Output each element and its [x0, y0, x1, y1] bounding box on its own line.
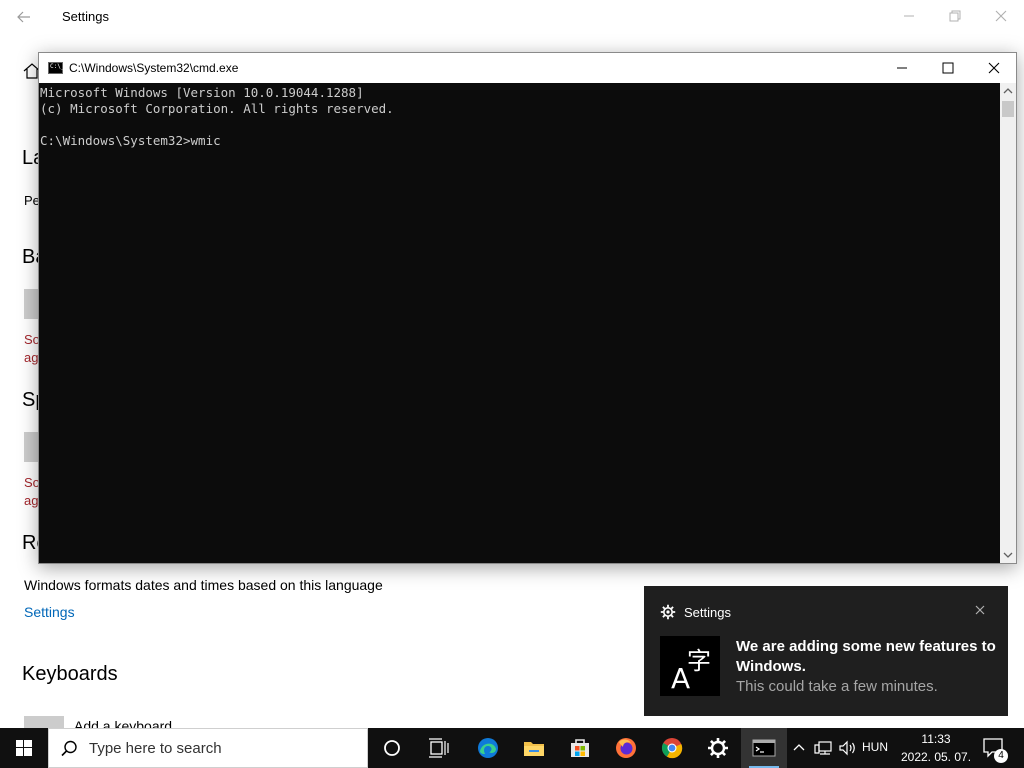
volume-icon[interactable] [838, 738, 858, 758]
toast-app-name: Settings [684, 605, 731, 620]
basic-typing-note-fragment-2: ag [24, 350, 39, 365]
cmd-icon [752, 739, 776, 757]
cmd-window-title: C:\Windows\System32\cmd.exe [69, 61, 239, 75]
cmd-close-button[interactable] [983, 57, 1005, 79]
console-line: Microsoft Windows [Version 10.0.19044.12… [40, 85, 364, 100]
cmd-minimize-button[interactable] [891, 57, 913, 79]
clock-date: 2022. 05. 07. [900, 750, 972, 764]
regional-settings-link[interactable]: Settings [24, 604, 75, 620]
windows-logo-icon [16, 740, 32, 756]
cmd-maximize-button[interactable] [937, 57, 959, 79]
task-view-icon [429, 738, 449, 758]
toast-close-icon[interactable] [972, 602, 988, 618]
toast-heading: We are adding some new features to Windo… [736, 638, 996, 675]
taskbar-edge[interactable] [465, 728, 511, 768]
basic-typing-dropdown[interactable] [24, 289, 38, 319]
settings-titlebar: Settings [0, 0, 1024, 34]
input-language-indicator[interactable]: HUN [862, 740, 888, 768]
scroll-down-arrow-icon[interactable] [1000, 547, 1016, 563]
cmd-titlebar[interactable]: C:\_ C:\Windows\System32\cmd.exe [39, 53, 1016, 83]
settings-close-button[interactable] [990, 5, 1012, 27]
toast-notification[interactable]: Settings A 字 We are adding some new feat… [644, 586, 1008, 716]
taskbar-chrome[interactable] [649, 728, 695, 768]
scroll-up-arrow-icon[interactable] [1000, 83, 1016, 99]
cmd-console-output[interactable]: Microsoft Windows [Version 10.0.19044.12… [39, 83, 1000, 563]
settings-title: Settings [62, 9, 109, 24]
settings-restore-button[interactable] [944, 5, 966, 27]
cmd-window: C:\_ C:\Windows\System32\cmd.exe Microso… [38, 52, 1017, 564]
chevron-up-icon [793, 744, 805, 751]
svg-text:字: 字 [687, 647, 711, 675]
speech-note-fragment-2: ag [24, 493, 39, 508]
edge-icon [478, 738, 498, 758]
speech-dropdown[interactable] [24, 432, 38, 462]
task-view-button[interactable] [416, 728, 462, 768]
regional-format-description: Windows formats dates and times based on… [24, 577, 383, 593]
show-hidden-icons-button[interactable] [789, 738, 809, 758]
firefox-icon [616, 738, 636, 758]
taskbar-firefox[interactable] [603, 728, 649, 768]
settings-gear-icon [708, 738, 728, 758]
desktop-screen: Settings La Pe Ba So ag Sp So ag Re Wind… [0, 0, 1024, 768]
taskbar-search-box[interactable]: Type here to search [48, 728, 368, 768]
cortana-button[interactable] [369, 728, 415, 768]
cmd-icon-glyph: C:\_ [50, 63, 65, 70]
search-icon [59, 739, 79, 759]
cmd-app-icon: C:\_ [48, 62, 65, 74]
taskbar-settings[interactable] [695, 728, 741, 768]
gear-icon [660, 604, 676, 620]
settings-minimize-button[interactable] [898, 5, 920, 27]
chrome-icon [661, 738, 683, 759]
store-icon [571, 739, 589, 757]
taskbar-cmd[interactable] [741, 728, 787, 768]
scroll-thumb[interactable] [1002, 101, 1014, 117]
cmd-vertical-scrollbar[interactable] [1000, 83, 1016, 563]
console-line: (c) Microsoft Corporation. All rights re… [40, 101, 394, 116]
taskbar-file-explorer[interactable] [511, 728, 557, 768]
search-placeholder: Type here to search [89, 740, 222, 757]
notification-count-badge: 4 [994, 749, 1008, 763]
cortana-icon [384, 740, 400, 756]
console-prompt-line: C:\Windows\System32>wmic [40, 133, 221, 148]
language-char-icon: A 字 [660, 636, 720, 696]
folder-icon [524, 742, 544, 756]
network-icon[interactable] [813, 738, 835, 758]
clock-time: 11:33 [921, 732, 951, 746]
keyboards-heading: Keyboards [22, 663, 118, 685]
taskbar-microsoft-store[interactable] [557, 728, 603, 768]
toast-body: This could take a few minutes. [736, 678, 938, 695]
start-button[interactable] [0, 728, 48, 768]
taskbar: Type here to search HUN 11:33 2022. 05. … [0, 728, 1024, 768]
back-arrow-icon[interactable] [14, 7, 34, 27]
